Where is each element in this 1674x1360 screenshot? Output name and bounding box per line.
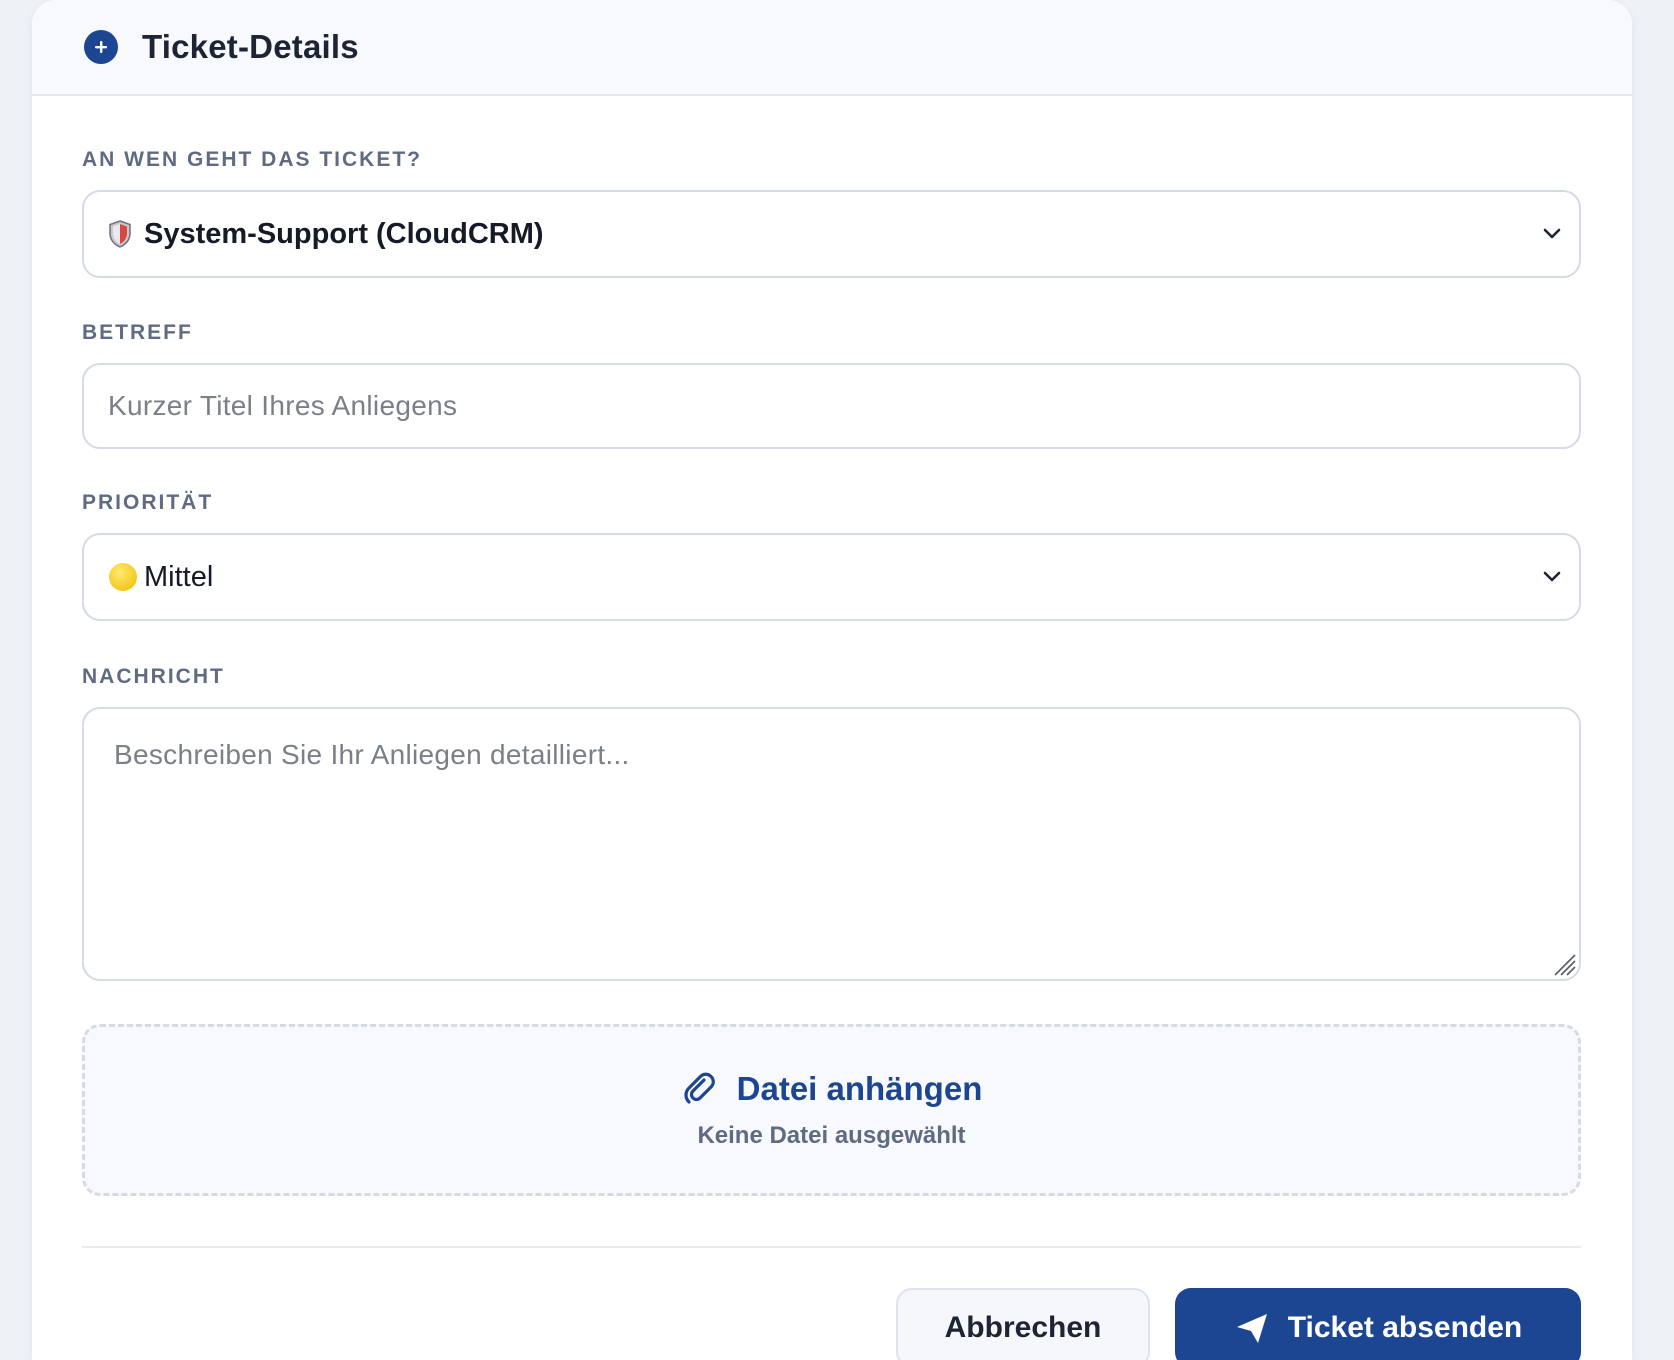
send-icon [1236, 1314, 1267, 1343]
priority-selected-text: Mittel [144, 560, 214, 593]
priority-label: PRIORITÄT [82, 491, 214, 514]
shield-icon [108, 220, 132, 248]
recipient-select-value: System-Support (CloudCRM) [84, 218, 544, 251]
priority-select[interactable]: Mittel [82, 533, 1581, 621]
attachment-status: Keine Datei ausgewählt [697, 1122, 966, 1149]
recipient-selected-text: System-Support (CloudCRM) [144, 217, 544, 250]
cancel-button-label: Abbrechen [944, 1311, 1102, 1344]
message-placeholder: Beschreiben Sie Ihr Anliegen detailliert… [114, 739, 630, 770]
paperclip-icon [684, 1072, 715, 1104]
card-title: Ticket-Details [142, 28, 359, 65]
resize-handle-icon[interactable] [1551, 951, 1577, 977]
yellow-circle-icon [108, 562, 138, 592]
priority-select-value: Mittel [84, 561, 213, 594]
subject-label: BETREFF [82, 321, 193, 344]
cancel-button[interactable]: Abbrechen [896, 1288, 1150, 1360]
attach-file-label: Datei anhängen [736, 1070, 983, 1107]
recipient-label: AN WEN GEHT DAS TICKET? [82, 148, 422, 171]
submit-ticket-button[interactable]: Ticket absenden [1175, 1288, 1581, 1360]
attachment-dropzone[interactable]: Datei anhängen Keine Datei ausgewählt [82, 1024, 1581, 1196]
subject-input[interactable]: Kurzer Titel Ihres Anliegens [82, 363, 1581, 449]
message-label: NACHRICHT [82, 665, 225, 688]
footer-divider [82, 1246, 1581, 1248]
plus-circle-icon [84, 30, 118, 64]
subject-placeholder: Kurzer Titel Ihres Anliegens [108, 390, 458, 421]
submit-button-label: Ticket absenden [1287, 1311, 1523, 1344]
chevron-down-icon [1543, 571, 1561, 582]
message-textarea[interactable]: Beschreiben Sie Ihr Anliegen detailliert… [82, 707, 1581, 981]
card-header: Ticket-Details [32, 0, 1632, 96]
attach-file-button[interactable]: Datei anhängen [681, 1070, 983, 1108]
ticket-details-card: Ticket-Details AN WEN GEHT DAS TICKET? S… [32, 0, 1632, 1360]
recipient-select[interactable]: System-Support (CloudCRM) [82, 190, 1581, 278]
chevron-down-icon [1543, 228, 1561, 239]
